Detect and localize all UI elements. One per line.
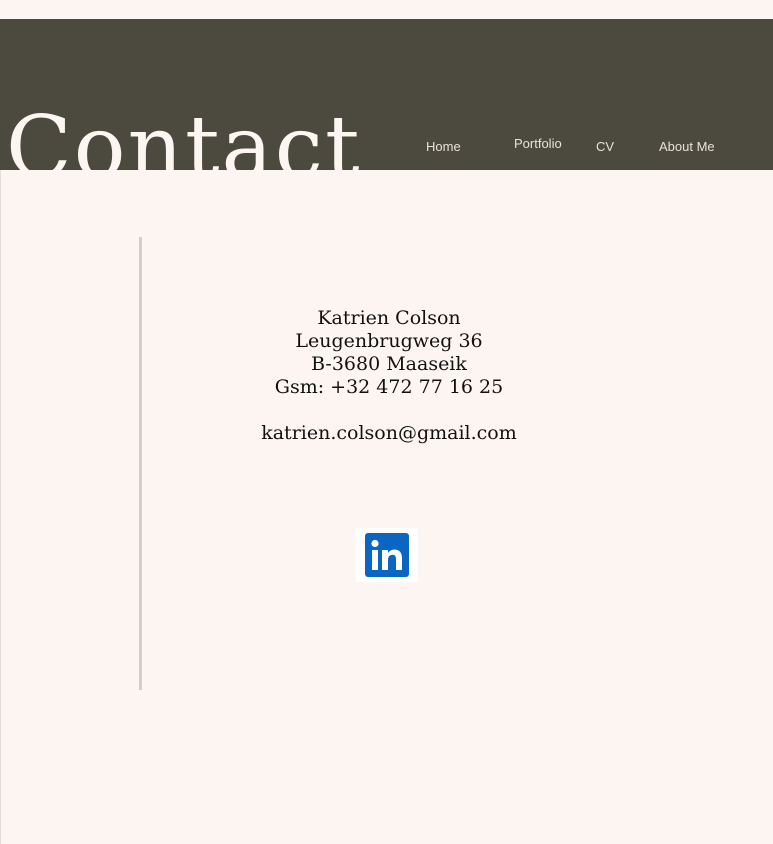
nav-item-home[interactable]: Home: [426, 139, 461, 154]
page-title: Contact: [6, 98, 362, 170]
site-header: Contact Home Portfolio CV About Me: [0, 19, 773, 170]
page-left-edge: [0, 170, 1, 844]
top-strip: [0, 0, 773, 19]
contact-email-link[interactable]: katrien.colson@gmail.com: [189, 422, 589, 445]
contact-details: Katrien Colson Leugenbrugweg 36 B-3680 M…: [189, 307, 589, 445]
linkedin-link[interactable]: [356, 528, 418, 582]
contact-street: Leugenbrugweg 36: [295, 330, 483, 352]
vertical-divider: [139, 237, 142, 690]
contact-name: Katrien Colson: [317, 307, 461, 329]
nav-item-about-me[interactable]: About Me: [659, 139, 715, 154]
nav-item-cv[interactable]: CV: [596, 139, 614, 154]
nav-item-portfolio[interactable]: Portfolio: [514, 136, 562, 151]
contact-spacer: [189, 399, 589, 422]
linkedin-icon: [365, 533, 409, 577]
contact-city: B-3680 Maaseik: [311, 353, 467, 375]
contact-phone: Gsm: +32 472 77 16 25: [274, 376, 504, 398]
